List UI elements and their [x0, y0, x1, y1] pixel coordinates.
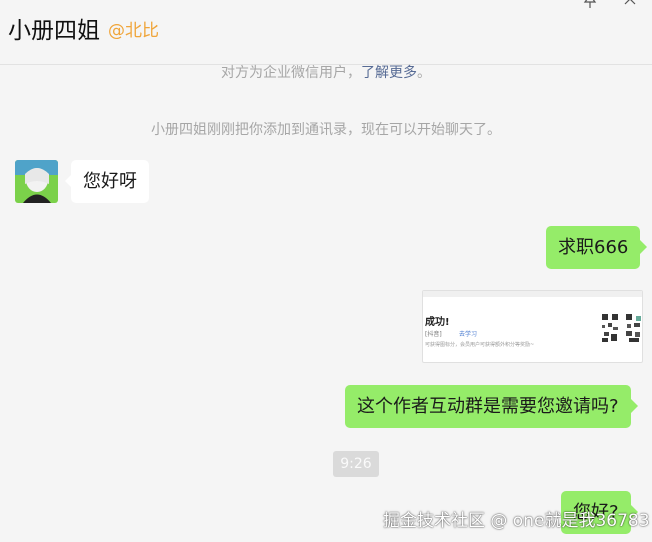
image-line1: [抖音] [425, 331, 442, 338]
close-icon[interactable] [622, 0, 638, 8]
avatar[interactable] [15, 160, 58, 203]
enterprise-notice-end: 。 [417, 65, 431, 81]
image-line3: 可获得图标分，会员用户可获得额外积分等奖励~ [425, 342, 535, 348]
enterprise-notice-text: 对方为企业微信用户， [221, 65, 361, 81]
learn-more-link[interactable]: 了解更多 [361, 65, 417, 81]
image-top-strip [423, 291, 642, 297]
image-line2: 去学习 [459, 331, 478, 338]
qr-code-icon [601, 313, 619, 343]
image-heading: 成功! [425, 317, 450, 328]
enterprise-notice: 对方为企业微信用户，了解更多。 [0, 62, 652, 82]
company-tag[interactable]: @北比 [108, 16, 159, 41]
chat-header: 小册四姐 @北比 [0, 0, 652, 65]
chat-title: 小册四姐 [8, 18, 100, 44]
added-contact-notice: 小册四姐刚刚把你添加到通讯录，现在可以开始聊天了。 [151, 122, 501, 138]
pin-icon[interactable] [582, 0, 598, 8]
message-bubble-outgoing[interactable]: 求职666 [546, 226, 648, 269]
qr-code-icon [625, 313, 642, 343]
watermark: 掘金技术社区 @ one就是我36783 [383, 511, 650, 531]
image-message[interactable]: 成功! [抖音] 去学习 可获得图标分，会员用户可获得额外积分等奖励~ [422, 290, 643, 363]
message-bubble-incoming[interactable]: 您好呀 [65, 160, 149, 203]
message-timestamp: 9:26 [333, 451, 379, 477]
message-bubble-outgoing[interactable]: 这个作者互动群是需要您邀请吗? [345, 385, 638, 428]
